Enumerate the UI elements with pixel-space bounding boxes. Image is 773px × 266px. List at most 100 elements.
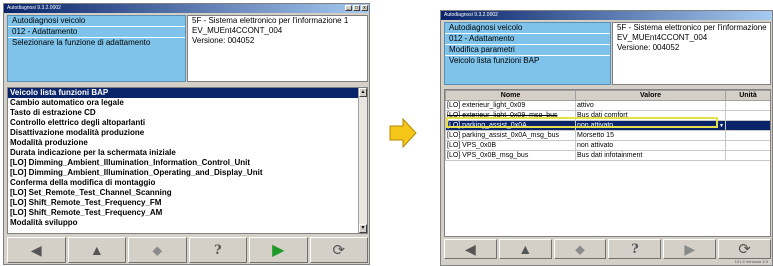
cell-unit xyxy=(725,110,770,121)
header-line: Veicolo lista funzioni BAP xyxy=(449,56,540,65)
cell-value-text: Bus dati comfort xyxy=(577,111,628,119)
cell-value[interactable]: attivo xyxy=(575,100,726,111)
table-row[interactable]: [LO] exterieur_light_0x09_msg_bus Bus dat… xyxy=(445,110,770,121)
eraser-icon: ⬥ xyxy=(152,241,163,258)
header-line: Selezionare la funzione di adattamento xyxy=(12,38,151,47)
back-icon: ◀ xyxy=(30,241,42,258)
table-row[interactable]: [LO] exterieur_light_0x09 attivo xyxy=(445,100,770,111)
cell-unit xyxy=(725,150,770,161)
list-item[interactable]: Conferma della modifica di montaggio xyxy=(8,178,367,188)
right-header-ecu: 5F - Sistema elettronico per l'informazi… xyxy=(612,22,771,85)
scroll-up-button[interactable]: ▲ xyxy=(359,88,367,97)
cell-value[interactable]: Morsetto 15 xyxy=(575,130,726,141)
help-button[interactable]: ? xyxy=(608,239,662,259)
list-item[interactable]: Veicolo lista funzioni BAP xyxy=(8,88,367,98)
column-header-name[interactable]: Nome xyxy=(445,90,576,101)
status-bar: 101 5 Versione 5 5 xyxy=(734,259,768,264)
table-row[interactable]: [LO] VPS_0x0B_msg_bus Bus dati infotainme… xyxy=(445,150,770,161)
back-icon: ◀ xyxy=(465,240,476,257)
table-row[interactable]: [LO] parking_assist_0x0A_msg_bus Morsetto… xyxy=(445,130,770,141)
cell-name: [LO] VPS_0x0B_msg_bus xyxy=(445,150,576,161)
list-item[interactable]: [LO] Dimming_Ambient_Illumination_Inform… xyxy=(8,158,367,168)
close-button[interactable]: x xyxy=(361,5,368,11)
left-title-bar: Autodiagnosi 9.3.2.0002 _ □ x xyxy=(4,4,369,13)
header-line: Autodiagnosi veicolo xyxy=(8,16,185,27)
cell-value-text: non attivato xyxy=(577,141,614,149)
table-row[interactable]: [LO] VPS_0x0B non attivato xyxy=(445,140,770,151)
eraser-button[interactable]: ⬥ xyxy=(553,239,607,259)
list-item[interactable]: Controllo elettrico degli altoparlanti xyxy=(8,118,367,128)
refresh-icon: ⟳ xyxy=(738,241,751,258)
list-item[interactable]: Modalità sviluppo xyxy=(8,218,367,228)
refresh-button[interactable]: ⟳ xyxy=(309,237,368,263)
ecu-line: 5F - Sistema elettronico per l'informazi… xyxy=(192,16,349,25)
cell-unit xyxy=(725,120,770,131)
cell-value[interactable]: Bus dati comfort xyxy=(575,110,726,121)
cell-value[interactable]: non attivato xyxy=(575,140,726,151)
left-header-context: Autodiagnosi veicolo 012 - Adattamento S… xyxy=(7,15,186,82)
help-icon: ? xyxy=(213,242,222,258)
cell-value-text: Bus dati infotainment xyxy=(577,151,643,159)
list-item[interactable]: Tasto di estrazione CD xyxy=(8,108,367,118)
list-item[interactable]: [LO] Set_Remote_Test_Channel_Scanning xyxy=(8,188,367,198)
ecu-line: EV_MUEnt4CCONT_004 xyxy=(617,33,708,42)
list-item[interactable]: Modalità produzione xyxy=(8,138,367,148)
right-window-title: Autodiagnosi 9.3.2.0002 xyxy=(444,12,498,18)
up-icon: ▲ xyxy=(89,242,104,258)
cell-name: [LO] exterieur_light_0x09_msg_bus xyxy=(445,110,576,121)
right-toolbar: ◀ ▲ ⬥ ? ▶ ⟳ xyxy=(444,239,771,259)
adaptation-function-list[interactable]: Veicolo lista funzioni BAP Cambio automat… xyxy=(7,87,368,234)
left-header-ecu: 5F - Sistema elettronico per l'informazi… xyxy=(187,15,368,82)
list-item[interactable]: [LO] Dimming_Ambient_Illumination_Operat… xyxy=(8,168,367,178)
cell-name: [LO] parking_assist_0x0A_msg_bus xyxy=(445,130,576,141)
dropdown-arrow-icon[interactable]: ▼ xyxy=(719,122,724,130)
list-item[interactable]: Durata indicazione per la schermata iniz… xyxy=(8,148,367,158)
cell-value[interactable]: non attivato ▼ xyxy=(575,120,726,131)
cell-value-text: attivo xyxy=(577,101,594,109)
right-title-bar: Autodiagnosi 9.3.2.0002 xyxy=(441,11,772,20)
list-item[interactable]: Disattivazione modalità produzione xyxy=(8,128,367,138)
up-button[interactable]: ▲ xyxy=(67,237,126,263)
header-line: Autodiagnosi veicolo xyxy=(445,23,610,34)
back-button[interactable]: ◀ xyxy=(444,239,497,259)
list-item[interactable]: [LO] Shift_Remote_Test_Frequency_AM xyxy=(8,208,367,218)
eraser-icon: ⬥ xyxy=(575,240,585,257)
list-scrollbar[interactable]: ▲ ▼ xyxy=(358,88,367,233)
cell-name: [LO] exterieur_light_0x09 xyxy=(445,100,576,111)
forward-icon: ▶ xyxy=(684,240,696,257)
transition-arrow-icon xyxy=(389,118,417,148)
eraser-button[interactable]: ⬥ xyxy=(128,237,187,263)
table-row[interactable]: [LO] parking_assist_0x0A non attivato ▼ xyxy=(445,120,770,131)
list-item[interactable]: Cambio automatico ora legale xyxy=(8,98,367,108)
cell-unit xyxy=(725,100,770,111)
ecu-line: Versione: 004052 xyxy=(617,43,680,52)
parameter-table[interactable]: Nome Valore Unità [LO] exterieur_light_0… xyxy=(445,90,770,161)
column-header-value[interactable]: Valore xyxy=(575,90,726,101)
refresh-button[interactable]: ⟳ xyxy=(718,239,771,259)
play-icon: ▶ xyxy=(272,242,285,259)
maximize-button[interactable]: □ xyxy=(353,5,360,11)
left-window: Autodiagnosi 9.3.2.0002 _ □ x Autodiagno… xyxy=(3,3,370,265)
cell-value[interactable]: Bus dati infotainment xyxy=(575,150,726,161)
help-button[interactable]: ? xyxy=(188,237,247,263)
ecu-line: Versione: 004052 xyxy=(192,36,255,45)
header-line: 012 - Adattamento xyxy=(445,34,610,45)
forward-button[interactable]: ▶ xyxy=(663,239,717,259)
column-header-unit[interactable]: Unità xyxy=(725,90,770,101)
cell-name: [LO] VPS_0x0B xyxy=(445,140,576,151)
help-icon: ? xyxy=(631,241,639,257)
header-line: Modifica parametri xyxy=(445,45,610,56)
play-button[interactable]: ▶ xyxy=(249,237,308,263)
up-icon: ▲ xyxy=(518,241,533,257)
cell-unit xyxy=(725,140,770,151)
minimize-button[interactable]: _ xyxy=(345,5,352,11)
back-button[interactable]: ◀ xyxy=(7,237,66,263)
up-button[interactable]: ▲ xyxy=(498,239,552,259)
left-window-title: Autodiagnosi 9.3.2.0002 xyxy=(7,5,61,11)
ecu-line: 5F - Sistema elettronico per l'informazi… xyxy=(617,23,767,32)
parameter-panel: Nome Valore Unità [LO] exterieur_light_0… xyxy=(444,89,771,237)
right-header-context: Autodiagnosi veicolo 012 - Adattamento M… xyxy=(444,22,611,85)
list-item[interactable]: [LO] Shift_Remote_Test_Frequency_FM xyxy=(8,198,367,208)
scroll-down-button[interactable]: ▼ xyxy=(359,224,367,233)
ecu-line: EV_MUEnt4CCONT_004 xyxy=(192,26,283,35)
